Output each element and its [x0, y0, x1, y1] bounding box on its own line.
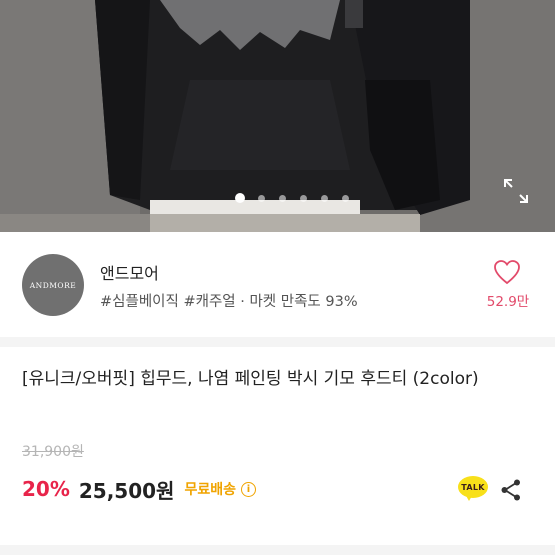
- price-row: 20% 25,500원 무료배송 i: [22, 474, 256, 504]
- kakao-talk-button[interactable]: TALK: [458, 476, 488, 502]
- carousel-dot[interactable]: [300, 195, 307, 202]
- carousel-indicator: [0, 192, 555, 204]
- seller-avatar[interactable]: ANDMORE: [22, 254, 84, 316]
- carousel-dot[interactable]: [321, 195, 328, 202]
- expand-icon[interactable]: [503, 178, 529, 204]
- seller-name[interactable]: 앤드모어: [100, 260, 159, 284]
- seller-info[interactable]: ANDMORE 앤드모어 #심플베이직 #캐주얼 · 마켓 만족도 93% 52…: [0, 232, 555, 337]
- talk-label: TALK: [461, 482, 485, 492]
- like-count: 52.9만: [486, 294, 530, 310]
- carousel-dot[interactable]: [258, 195, 265, 202]
- discount-rate: 20%: [22, 477, 70, 501]
- carousel-dot-active[interactable]: [235, 193, 245, 203]
- free-shipping-label: 무료배송: [184, 482, 236, 498]
- carousel-dot[interactable]: [342, 195, 349, 202]
- original-price: 31,900원: [22, 444, 84, 460]
- carousel-dot[interactable]: [279, 195, 286, 202]
- heart-outline-icon[interactable]: [492, 258, 522, 286]
- seller-tags: #심플베이직 #캐주얼 · 마켓 만족도 93%: [100, 294, 358, 310]
- section-divider-bottom: [0, 545, 555, 555]
- talk-bubble-tail: [465, 494, 473, 501]
- info-icon[interactable]: i: [240, 481, 256, 497]
- share-icon[interactable]: [499, 478, 523, 502]
- sale-price: 25,500원: [78, 478, 175, 503]
- kakao-talk-icon: TALK: [458, 476, 488, 498]
- product-image-carousel[interactable]: [0, 0, 555, 232]
- section-divider: [0, 337, 555, 347]
- product-title: [유니크/오버핏] 힙무드, 나염 페인팅 박시 기모 후드티 (2color): [22, 369, 479, 389]
